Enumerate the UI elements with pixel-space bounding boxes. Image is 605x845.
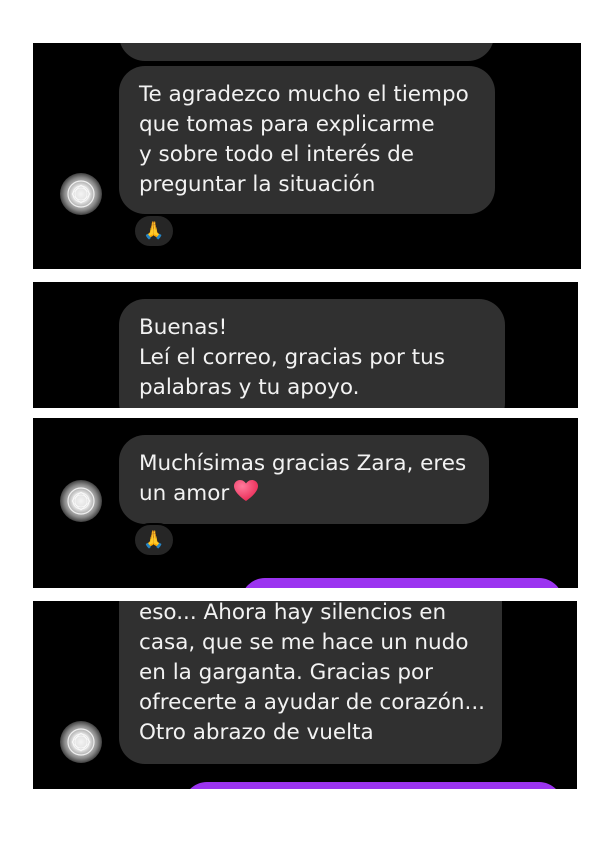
message-bubble[interactable]: eso... Ahora hay silencios en casa, que … xyxy=(119,601,502,764)
chat-panel-4: eso... Ahora hay silencios en casa, que … xyxy=(33,601,577,789)
message-bubble[interactable]: Te agradezco mucho el tiempo que tomas p… xyxy=(119,66,495,214)
chat-panel-1: Te agradezco mucho el tiempo que tomas p… xyxy=(33,43,581,269)
message-line: Otro abrazo de vuelta xyxy=(139,720,374,745)
message-line: que tomas para explicarme xyxy=(139,112,435,137)
message-line: un amor xyxy=(139,479,469,509)
chat-panel-3: Muchísimas gracias Zara, eres un amor 🙏 xyxy=(33,418,578,588)
heart-emoji-icon xyxy=(234,480,259,501)
message-line: casa, que se me hace un nudo xyxy=(139,630,469,655)
reaction-badge[interactable]: 🙏 xyxy=(133,214,175,248)
message-line: y sobre todo el interés de xyxy=(139,142,415,167)
message-bubble[interactable]: Muchísimas gracias Zara, eres un amor xyxy=(119,435,489,524)
outgoing-message-bubble[interactable] xyxy=(183,782,563,789)
outgoing-message-bubble[interactable] xyxy=(241,578,563,588)
message-line: eso... Ahora hay silencios en xyxy=(139,601,447,625)
message-line: Leí el correo, gracias por tus xyxy=(139,345,445,370)
chat-panel-2: Buenas! Leí el correo, gracias por tus p… xyxy=(33,282,578,408)
praying-hands-emoji: 🙏 xyxy=(143,221,165,241)
avatar[interactable] xyxy=(60,173,102,215)
praying-hands-emoji: 🙏 xyxy=(143,530,165,550)
avatar-pattern-icon xyxy=(67,180,95,208)
avatar[interactable] xyxy=(60,721,102,763)
message-line: preguntar la situación xyxy=(139,172,376,197)
avatar[interactable] xyxy=(60,480,102,522)
message-bubble[interactable]: Buenas! Leí el correo, gracias por tus p… xyxy=(119,299,505,408)
message-bubble-top-fragment[interactable] xyxy=(119,43,494,61)
message-line: ofrecerte a ayudar de corazón... xyxy=(139,690,485,715)
message-line: Te agradezco mucho el tiempo xyxy=(139,82,469,107)
message-line: en la garganta. Gracias por xyxy=(139,660,433,685)
message-line: Buenas! xyxy=(139,315,228,340)
message-line: palabras y tu apoyo. xyxy=(139,375,360,400)
message-line: Muchísimas gracias Zara, eres xyxy=(139,451,467,476)
message-line-text: un amor xyxy=(139,481,230,506)
avatar-pattern-icon xyxy=(67,728,95,756)
avatar-pattern-icon xyxy=(67,487,95,515)
reaction-badge[interactable]: 🙏 xyxy=(133,523,175,557)
